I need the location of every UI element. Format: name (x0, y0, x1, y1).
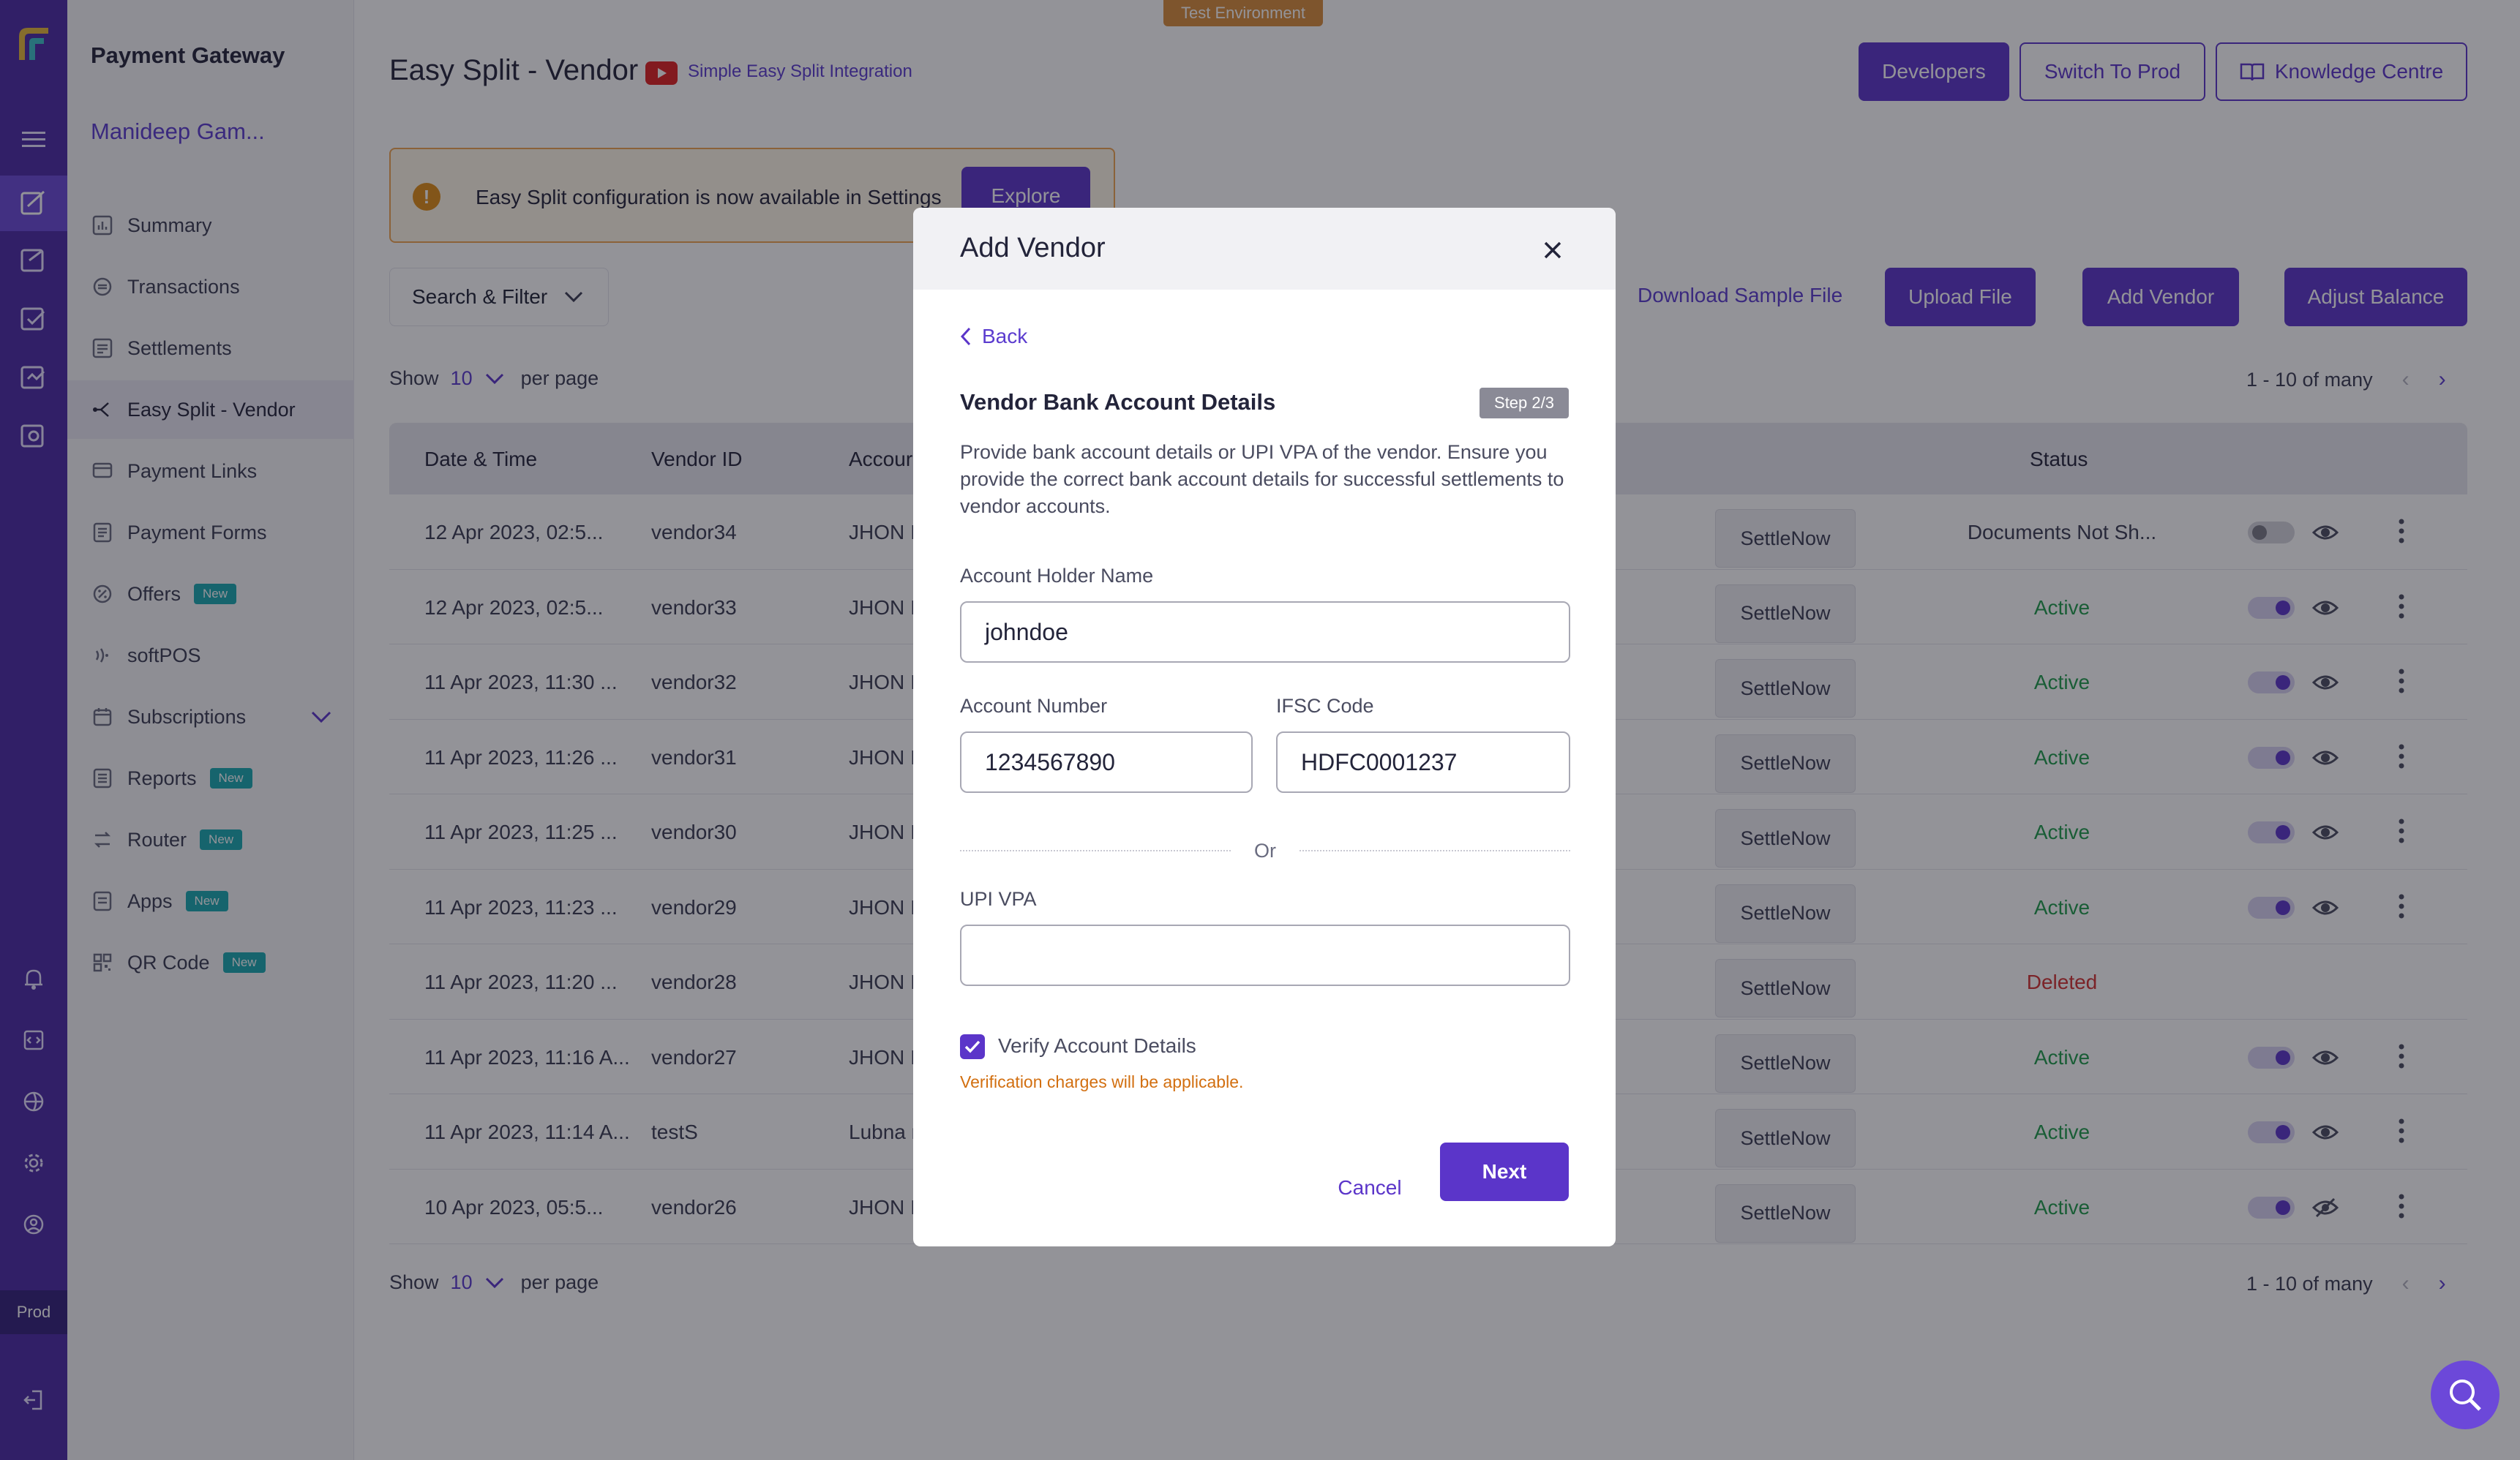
upi-vpa-label: UPI VPA (960, 888, 1037, 910)
account-number-input[interactable]: 1234567890 (960, 731, 1253, 793)
next-button[interactable]: Next (1440, 1143, 1569, 1201)
add-vendor-modal: Add Vendor Back Vendor Bank Account Deta… (913, 208, 1616, 1246)
ifsc-code-label: IFSC Code (1276, 695, 1374, 717)
verification-note: Verification charges will be applicable. (960, 1072, 1244, 1091)
back-link[interactable]: Back (960, 325, 1027, 348)
modal-title: Add Vendor (960, 233, 1106, 263)
help-search-button[interactable] (2431, 1361, 2500, 1429)
back-label: Back (982, 325, 1028, 347)
account-holder-input[interactable]: johndoe (960, 601, 1570, 663)
upi-vpa-input[interactable] (960, 925, 1570, 986)
verify-checkbox[interactable] (960, 1034, 985, 1059)
checkmark-icon (964, 1040, 980, 1053)
ifsc-code-input[interactable]: HDFC0001237 (1276, 731, 1570, 793)
verify-label[interactable]: Verify Account Details (998, 1034, 1196, 1058)
or-label: Or (1254, 840, 1276, 862)
close-icon[interactable] (1538, 236, 1567, 265)
divider-line (1300, 850, 1570, 851)
chevron-left-icon (960, 327, 971, 346)
account-number-label: Account Number (960, 695, 1108, 717)
step-badge: Step 2/3 (1480, 388, 1569, 418)
cancel-button[interactable]: Cancel (1305, 1159, 1434, 1217)
search-icon (2445, 1374, 2486, 1415)
modal-header: Add Vendor (913, 208, 1616, 290)
divider-line (960, 850, 1231, 851)
section-title: Vendor Bank Account Details (960, 389, 1276, 415)
section-description: Provide bank account details or UPI VPA … (960, 441, 1564, 517)
account-holder-label: Account Holder Name (960, 565, 1154, 587)
or-divider: Or (960, 840, 1570, 862)
